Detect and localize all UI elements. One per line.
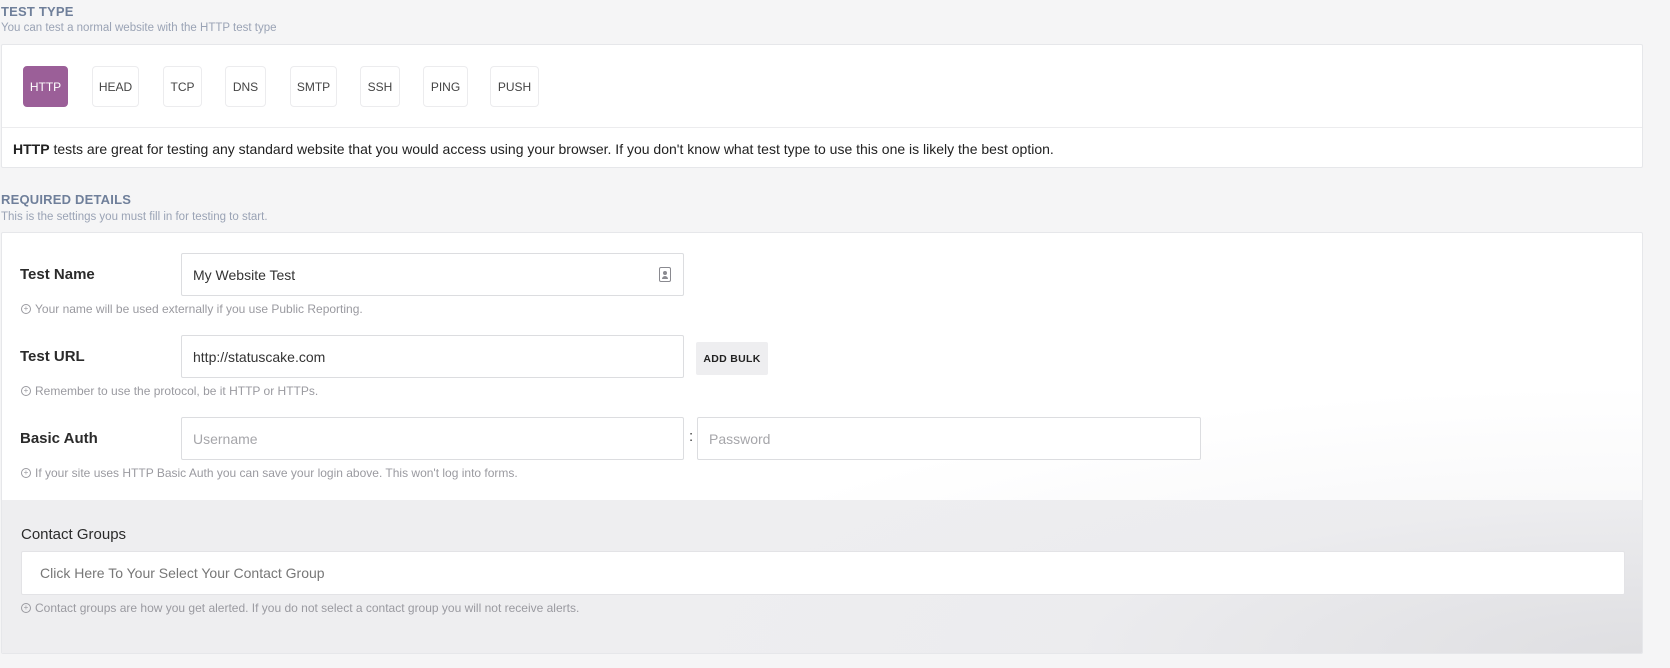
- username-input[interactable]: [181, 417, 684, 460]
- test-type-description: HTTP tests are great for testing any sta…: [13, 141, 1054, 157]
- contact-groups-hint: + Contact groups are how you get alerted…: [21, 601, 579, 615]
- test-name-hint: + Your name will be used externally if y…: [21, 302, 363, 316]
- info-circle-icon: +: [21, 468, 31, 478]
- contact-card-icon[interactable]: [659, 267, 671, 282]
- test-type-title: TEST TYPE: [1, 4, 74, 19]
- test-type-description-text: tests are great for testing any standard…: [49, 141, 1054, 157]
- info-circle-icon: +: [21, 603, 31, 613]
- test-name-input[interactable]: [181, 253, 684, 296]
- required-details-subtitle: This is the settings you must fill in fo…: [1, 211, 268, 223]
- test-url-hint-text: Remember to use the protocol, be it HTTP…: [35, 384, 319, 398]
- test-url-input[interactable]: [181, 335, 684, 378]
- type-button-dns[interactable]: DNS: [225, 66, 266, 107]
- test-name-label: Test Name: [20, 266, 95, 283]
- basic-auth-hint: + If your site uses HTTP Basic Auth you …: [21, 466, 518, 480]
- required-details-title: REQUIRED DETAILS: [1, 192, 132, 207]
- password-input[interactable]: [697, 417, 1201, 460]
- new-test-page: TEST TYPE You can test a normal website …: [0, 0, 1670, 668]
- type-button-ssh[interactable]: SSH: [360, 66, 400, 107]
- test-type-subtitle: You can test a normal website with the H…: [1, 22, 277, 34]
- test-type-description-bold: HTTP: [13, 141, 50, 157]
- test-name-hint-text: Your name will be used externally if you…: [35, 302, 363, 316]
- test-type-card: HTTP HEAD TCP DNS SMTP SSH PING PUSH HTT…: [1, 44, 1643, 168]
- auth-separator: :: [689, 428, 694, 445]
- contact-groups-label: Contact Groups: [21, 526, 127, 543]
- basic-auth-hint-text: If your site uses HTTP Basic Auth you ca…: [35, 466, 518, 480]
- type-button-head[interactable]: HEAD: [92, 66, 139, 107]
- info-circle-icon: +: [21, 386, 31, 396]
- contact-groups-hint-text: Contact groups are how you get alerted. …: [35, 601, 580, 615]
- add-bulk-button[interactable]: ADD BULK: [696, 342, 768, 375]
- type-divider: [2, 127, 1642, 128]
- contact-groups-select[interactable]: Click Here To Your Select Your Contact G…: [21, 551, 1625, 595]
- type-button-ping[interactable]: PING: [423, 66, 468, 107]
- type-button-tcp[interactable]: TCP: [163, 66, 202, 107]
- test-url-hint: + Remember to use the protocol, be it HT…: [21, 384, 318, 398]
- type-button-smtp[interactable]: SMTP: [290, 66, 337, 107]
- type-button-http[interactable]: HTTP: [23, 66, 68, 107]
- type-button-push[interactable]: PUSH: [490, 66, 539, 107]
- test-url-label: Test URL: [20, 348, 85, 365]
- info-circle-icon: +: [21, 304, 31, 314]
- basic-auth-label: Basic Auth: [20, 430, 98, 447]
